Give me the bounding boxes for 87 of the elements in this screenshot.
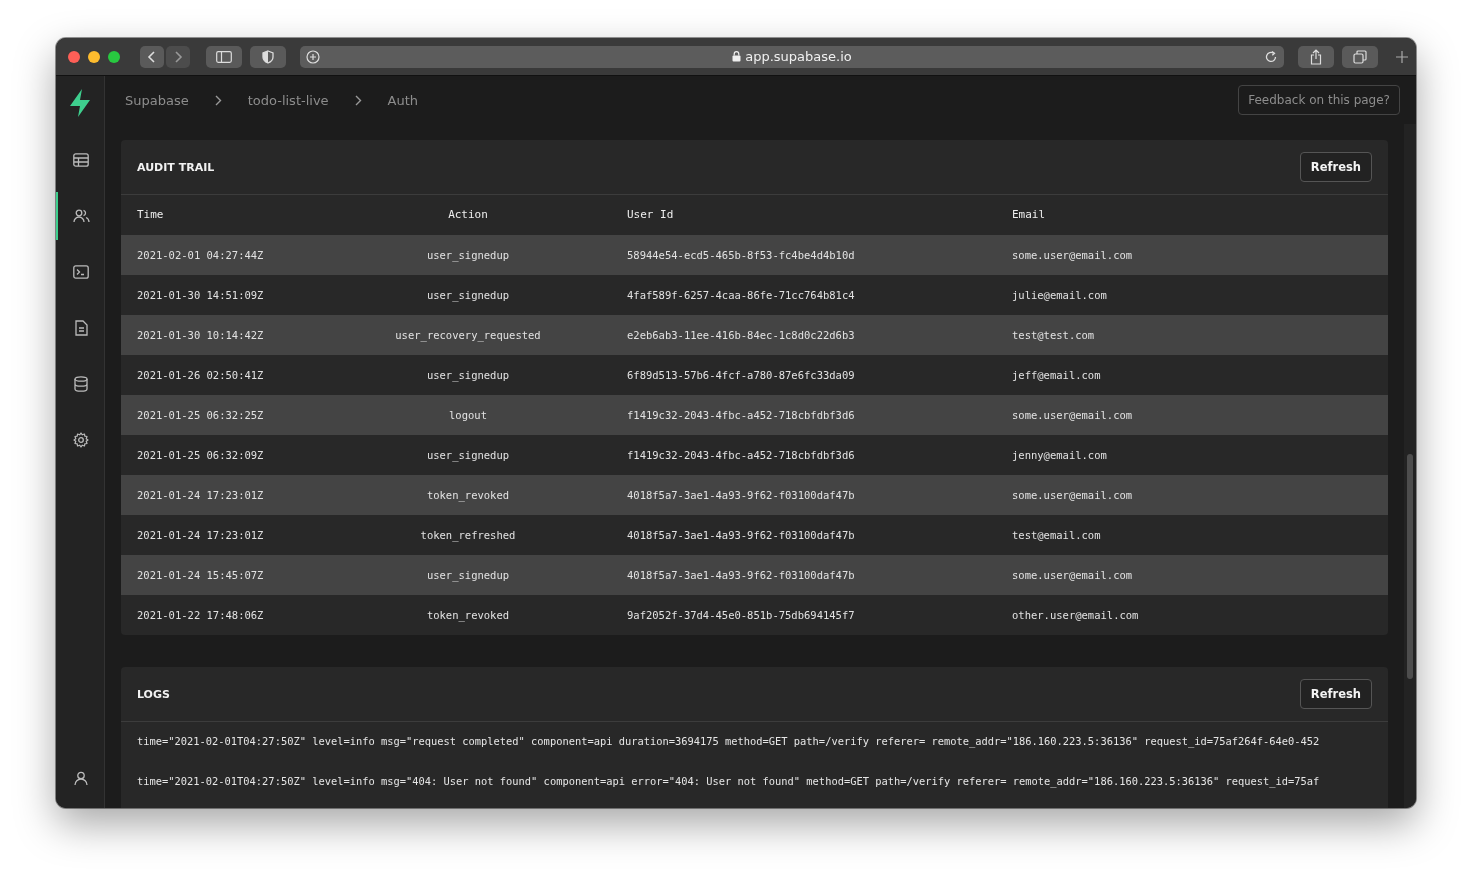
table-cell: some.user@email.com [1011,475,1388,515]
new-tab-icon[interactable] [1396,50,1408,63]
sidebar-toggle-button[interactable] [206,45,242,68]
column-header: Time [121,195,375,235]
table-cell: 2021-01-24 17:23:01Z [121,475,375,515]
table-cell: f1419c32-2043-4fbc-a452-718cbfdbf3d6 [561,395,1011,435]
table-cell: 2021-01-24 15:45:07Z [121,555,375,595]
tabs-icon [1353,49,1367,64]
chevron-right-icon [354,94,362,106]
chevron-left-icon [147,49,157,64]
user-icon [74,770,88,786]
table-cell: some.user@email.com [1011,235,1388,275]
table-cell: jeff@email.com [1011,355,1388,395]
table-cell: 2021-01-22 17:48:06Z [121,595,375,635]
reload-icon[interactable] [1264,49,1278,64]
table-cell: 2021-01-25 06:32:09Z [121,435,375,475]
table-cell: user_signedup [375,355,561,395]
table-cell: 2021-01-26 02:50:41Z [121,355,375,395]
table-cell: jenny@email.com [1011,435,1388,475]
database-icon [74,376,88,392]
table-cell: user_signedup [375,235,561,275]
table-cell: logout [375,395,561,435]
table-cell: 4018f5a7-3ae1-4a93-9f62-f03100daf47b [561,555,1011,595]
panel-title: LOGS [137,687,170,701]
share-icon [1310,48,1322,65]
zoom-icon[interactable] [108,50,120,63]
table-cell: user_recovery_requested [375,315,561,355]
scrollbar-thumb[interactable] [1407,454,1413,679]
panel-title: AUDIT TRAIL [137,160,215,174]
scrollbar[interactable] [1404,124,1416,808]
lock-icon [732,51,742,62]
address-bar[interactable]: app.supabase.io [300,45,1284,68]
table-icon [73,153,89,167]
bolt-logo-icon[interactable] [69,88,91,118]
table-cell: 2021-01-30 14:51:09Z [121,275,375,315]
table-cell: 2021-01-25 06:32:25Z [121,395,375,435]
breadcrumb-link[interactable]: Auth [387,92,419,108]
forward-button[interactable] [166,45,190,68]
share-button[interactable] [1298,45,1334,68]
table-cell: user_signedup [375,435,561,475]
column-header: Action [375,195,561,235]
sidebar-icon [216,50,232,63]
table-cell: some.user@email.com [1011,555,1388,595]
breadcrumb-link[interactable]: Supabase [125,92,189,108]
document-icon [74,320,88,336]
table-cell: test@email.com [1011,515,1388,555]
minimize-icon[interactable] [88,50,100,63]
feedback-button[interactable]: Feedback on this page? [1238,85,1400,115]
terminal-icon [73,265,89,279]
refresh-button[interactable]: Refresh [1299,152,1372,182]
table-cell: 2021-02-01 04:27:44Z [121,235,375,275]
shield-button[interactable] [250,45,286,68]
table-cell: other.user@email.com [1011,595,1388,635]
back-button[interactable] [140,45,164,68]
close-icon[interactable] [68,50,80,63]
tabs-button[interactable] [1342,45,1378,68]
table-cell: 4faf589f-6257-4caa-86fe-71cc764b81c4 [561,275,1011,315]
chevron-right-icon [214,94,222,106]
chevron-right-icon [173,49,183,64]
table-cell: 4018f5a7-3ae1-4a93-9f62-f03100daf47b [561,515,1011,555]
table-cell: 4018f5a7-3ae1-4a93-9f62-f03100daf47b [561,475,1011,515]
table-cell: user_signedup [375,275,561,315]
table-cell: token_refreshed [375,515,561,555]
table-cell: 58944e54-ecd5-465b-8f53-fc4be4d4b10d [561,235,1011,275]
users-icon [72,209,90,223]
column-header: User Id [561,195,1011,235]
table-cell: token_revoked [375,475,561,515]
table-cell: f1419c32-2043-4fbc-a452-718cbfdbf3d6 [561,435,1011,475]
refresh-button[interactable]: Refresh [1299,679,1372,709]
table-cell: 2021-01-24 17:23:01Z [121,515,375,555]
table-cell: 2021-01-30 10:14:42Z [121,315,375,355]
table-cell: token_revoked [375,595,561,635]
column-header: Email [1011,195,1388,235]
log-line: time="2021-02-01T04:27:50Z" level=info msg="404: User not found" component=api error="404: User not found" method=GET path=/verify referer= remote_addr="186.160.223.5:36136" request_id=75af [137,774,1321,790]
url-text: app.supabase.io [745,49,852,64]
shield-icon [262,49,274,64]
table-cell: 6f89d513-57b6-4fcf-a780-87e6fc33da09 [561,355,1011,395]
table-cell: some.user@email.com [1011,395,1388,435]
table-cell: julie@email.com [1011,275,1388,315]
table-cell: test@test.com [1011,315,1388,355]
log-line: time="2021-02-01T04:27:50Z" level=info msg="request completed" component=api duration=3694175 method=GET path=/verify referer= remote_addr="186.160.223.5:36136" request_id=75af264f-64e0-452 [137,734,1321,750]
table-cell: 9af2052f-37d4-45e0-851b-75db694145f7 [561,595,1011,635]
breadcrumb-link[interactable]: todo-list-live [247,92,329,108]
table-cell: e2eb6ab3-11ee-416b-84ec-1c8d0c22d6b3 [561,315,1011,355]
settings-icon [73,432,89,448]
add-icon[interactable] [306,49,320,64]
table-cell: user_signedup [375,555,561,595]
